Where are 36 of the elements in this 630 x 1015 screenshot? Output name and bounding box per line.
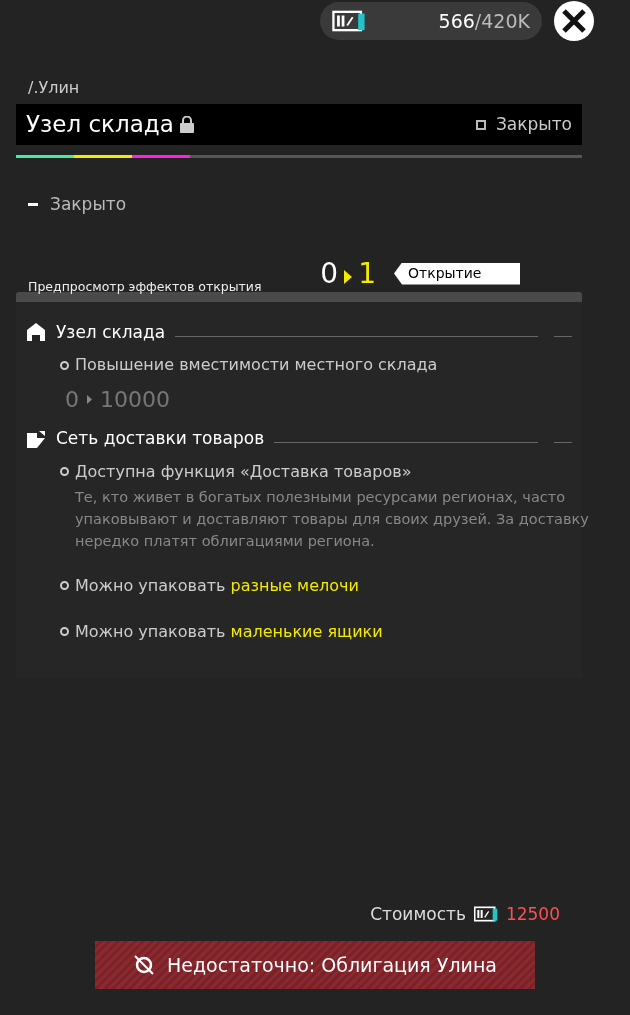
close-icon (561, 8, 587, 34)
level-to: 1 (358, 259, 376, 288)
effect-description: Те, кто живет в богатых полезными ресурсами регионах, часто упаковывают и доставляют товары для своих друзей. За доставку нередко платят облигациями региона. (74, 487, 590, 551)
bond-icon (473, 906, 498, 923)
bullet-icon (60, 360, 69, 370)
parcel-icon (26, 428, 46, 449)
effect-text: Можно упаковать разные мелочи (75, 574, 359, 597)
breadcrumb: /.Улин (27, 77, 81, 99)
arrow-icon (344, 269, 353, 284)
effect-text: Доступна функция «Доставка товаров» (75, 460, 412, 483)
status-square-icon (475, 119, 486, 130)
close-button[interactable] (554, 1, 594, 41)
dash-icon (28, 203, 38, 207)
warehouse-icon (26, 322, 46, 343)
value-from: 0 (65, 386, 79, 414)
cost-amount: 12500 (505, 902, 560, 926)
effect-text: Повышение вместимости местного склада (75, 354, 438, 376)
cost-label: Стоимость (370, 902, 466, 926)
state-label: Закрыто (50, 193, 127, 216)
bullet-icon (60, 581, 69, 590)
unlock-badge: Открытие (394, 262, 520, 285)
effect-text: Можно упаковать маленькие ящики (75, 620, 383, 643)
bullet-icon (60, 627, 69, 636)
value-to: 10000 (100, 386, 170, 414)
title: Узел склада (26, 113, 174, 136)
warning-text: Недостаточно: Облигация Улина (167, 952, 497, 978)
section-title: Узел склада (56, 320, 166, 344)
status-label: Закрыто (495, 112, 572, 136)
bond-icon (332, 10, 366, 32)
currency-amount: 566/420K (438, 8, 530, 34)
prohibited-icon (133, 954, 155, 976)
section-title: Сеть доставки товаров (56, 427, 265, 450)
bullet-icon (60, 467, 69, 476)
level-from: 0 (320, 259, 339, 288)
preview-title: Предпросмотр эффектов открытия (27, 281, 262, 294)
arrow-icon (87, 395, 92, 404)
